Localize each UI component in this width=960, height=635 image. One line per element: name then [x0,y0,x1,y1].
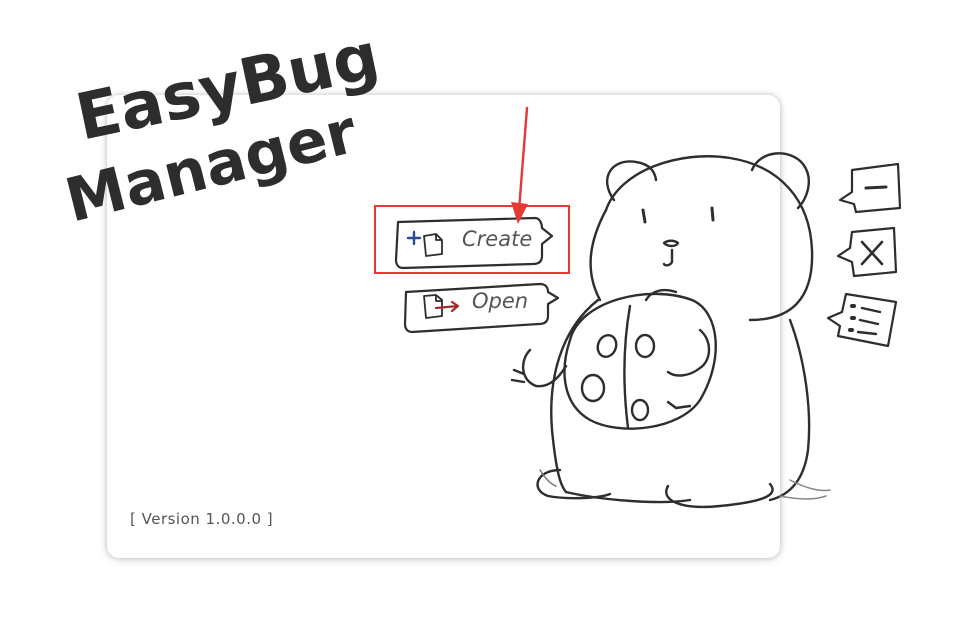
list-icon [848,304,882,336]
close-button[interactable] [836,226,898,278]
version-label: [ Version 1.0.0.0 ] [130,510,274,528]
splash-artwork: EasyBug Manager Create Open [59,19,902,509]
open-button-label: Open [472,289,528,313]
app-title: EasyBug Manager [59,19,386,236]
open-button[interactable]: Open [403,282,560,334]
open-file-icon [423,294,460,319]
minimize-icon [864,185,888,190]
close-icon [860,240,884,266]
create-button[interactable]: Create [394,216,554,270]
create-button-label: Create [462,227,532,251]
minimize-button[interactable] [838,162,902,214]
annotation-arrow-head [511,202,528,224]
menu-list-button[interactable] [826,292,898,348]
annotation-arrow-line [517,106,529,212]
new-file-icon [406,230,443,257]
